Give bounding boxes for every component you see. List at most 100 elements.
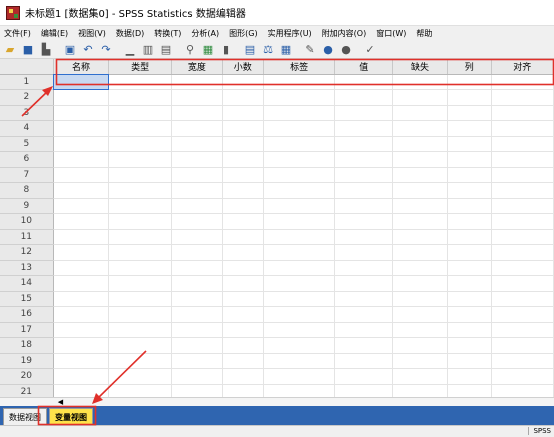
grid-cell[interactable] [334, 244, 394, 261]
grid-cell[interactable] [222, 275, 264, 292]
grid-cell[interactable] [108, 384, 172, 397]
grid-cell[interactable] [392, 322, 448, 338]
row-number[interactable]: 8 [0, 182, 54, 199]
grid-cell[interactable] [222, 105, 264, 121]
grid-cell[interactable] [491, 337, 554, 354]
grid-cell[interactable] [222, 89, 264, 106]
grid-cell[interactable] [447, 275, 492, 292]
undo-icon[interactable]: ↶ [81, 42, 95, 56]
grid-cell[interactable] [447, 151, 492, 168]
grid-cell[interactable] [263, 105, 336, 121]
insert-variable-icon[interactable]: ▮ [219, 42, 233, 56]
menu-utilities[interactable]: 实用程序(U) [268, 28, 312, 39]
grid-cell[interactable] [447, 384, 492, 397]
grid-cell[interactable] [222, 337, 264, 354]
row-number[interactable]: 3 [0, 105, 54, 121]
value-labels-icon[interactable]: ✎ [303, 42, 317, 56]
grid-cell[interactable] [222, 384, 264, 397]
menu-analyze[interactable]: 分析(A) [191, 28, 219, 39]
grid-cell[interactable] [392, 198, 448, 214]
grid-cell[interactable] [222, 151, 264, 168]
grid-cell[interactable] [334, 384, 394, 397]
grid-cell[interactable] [171, 384, 223, 397]
grid-cell[interactable] [222, 74, 264, 90]
grid-cell[interactable] [491, 136, 554, 152]
print-icon[interactable]: ▙ [39, 42, 53, 56]
grid-cell[interactable] [447, 368, 492, 385]
grid-cell[interactable] [447, 260, 492, 276]
column-header-decimals[interactable]: 小数 [222, 59, 264, 75]
grid-cell[interactable] [53, 368, 110, 385]
column-header-missing[interactable]: 缺失 [392, 59, 448, 75]
spell-check-icon[interactable]: ✓ [363, 42, 377, 56]
grid-cell[interactable] [171, 198, 223, 214]
grid-cell[interactable] [447, 198, 492, 214]
grid-cell[interactable] [222, 136, 264, 152]
grid-cell[interactable] [171, 260, 223, 276]
grid-cell[interactable] [392, 74, 448, 90]
grid-cell[interactable] [447, 167, 492, 183]
tab-data-view[interactable]: 数据视图 [3, 408, 47, 425]
grid-cell[interactable] [392, 182, 448, 199]
menu-transform[interactable]: 转换(T) [154, 28, 181, 39]
grid-cell[interactable] [53, 353, 110, 369]
row-number[interactable]: 9 [0, 198, 54, 214]
grid-cell[interactable] [53, 384, 110, 397]
grid-cell[interactable] [491, 74, 554, 90]
grid-cell[interactable] [447, 306, 492, 323]
row-number[interactable]: 1 [0, 74, 54, 90]
grid-cell[interactable] [171, 322, 223, 338]
grid-cell[interactable] [263, 275, 336, 292]
grid-cell[interactable] [108, 260, 172, 276]
grid-cell[interactable] [108, 291, 172, 307]
grid-cell[interactable] [491, 167, 554, 183]
grid-cell[interactable] [447, 244, 492, 261]
grid-cell[interactable] [108, 120, 172, 137]
grid-cell[interactable] [491, 151, 554, 168]
dialog-recall-icon[interactable]: ▣ [63, 42, 77, 56]
grid-cell[interactable] [171, 368, 223, 385]
menu-window[interactable]: 窗口(W) [376, 28, 406, 39]
grid-cell[interactable] [334, 353, 394, 369]
grid-cell[interactable] [108, 151, 172, 168]
grid-cell[interactable] [392, 89, 448, 106]
grid-cell[interactable] [491, 275, 554, 292]
grid-cell[interactable] [263, 229, 336, 245]
grid-cell[interactable] [171, 229, 223, 245]
weight-cases-icon[interactable]: ⚖ [261, 42, 275, 56]
grid-cell[interactable] [334, 213, 394, 230]
grid-cell[interactable] [263, 136, 336, 152]
grid-cell[interactable] [108, 353, 172, 369]
grid-cell[interactable] [491, 105, 554, 121]
grid-cell[interactable] [263, 213, 336, 230]
grid-cell[interactable] [263, 322, 336, 338]
row-number[interactable]: 20 [0, 368, 54, 385]
grid-cell[interactable] [108, 136, 172, 152]
column-header-type[interactable]: 类型 [108, 59, 172, 75]
grid-cell[interactable] [53, 322, 110, 338]
grid-cell[interactable] [334, 167, 394, 183]
row-number[interactable]: 7 [0, 167, 54, 183]
row-number[interactable]: 10 [0, 213, 54, 230]
column-header-align[interactable]: 对齐 [491, 59, 554, 75]
grid-cell[interactable] [334, 229, 394, 245]
grid-cell[interactable] [171, 89, 223, 106]
grid-cell[interactable] [334, 89, 394, 106]
grid-cell[interactable] [171, 353, 223, 369]
grid-cell[interactable] [491, 368, 554, 385]
grid-cell[interactable] [222, 368, 264, 385]
grid-cell[interactable] [392, 136, 448, 152]
grid-cell[interactable] [392, 229, 448, 245]
grid-cell[interactable] [53, 151, 110, 168]
row-number[interactable]: 13 [0, 260, 54, 276]
grid-cell[interactable] [447, 89, 492, 106]
select-cases-icon[interactable]: ▦ [279, 42, 293, 56]
grid-cell[interactable] [392, 244, 448, 261]
grid-cell[interactable] [222, 198, 264, 214]
grid-cell[interactable] [171, 337, 223, 354]
grid-cell[interactable] [263, 353, 336, 369]
grid-cell[interactable] [334, 260, 394, 276]
row-number[interactable]: 21 [0, 384, 54, 397]
row-number[interactable]: 16 [0, 306, 54, 323]
grid-cell[interactable] [334, 198, 394, 214]
